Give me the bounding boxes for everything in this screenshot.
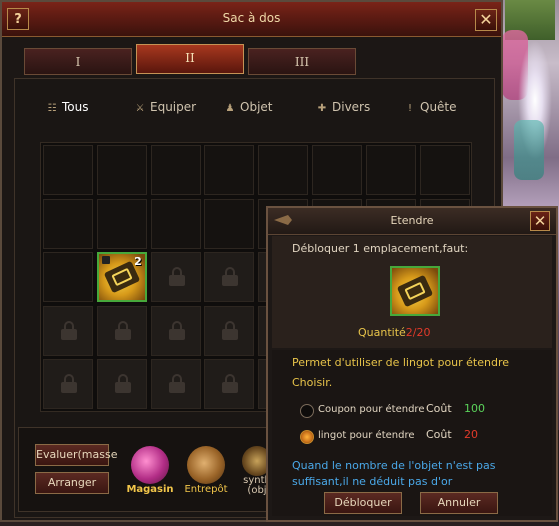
entrepot-label: Entrepôt xyxy=(184,484,228,495)
category-label: Objet xyxy=(240,100,273,114)
inventory-slot-locked[interactable] xyxy=(96,305,147,356)
list-icon: ☷ xyxy=(47,103,57,114)
category-equiper[interactable]: ⚔ Equiper xyxy=(134,98,197,116)
category-label: Divers xyxy=(332,100,371,114)
lingot-option-label: lingot pour étendre xyxy=(318,430,415,441)
quantity-label: Quantité xyxy=(358,326,406,339)
potion-icon xyxy=(131,446,169,484)
dialog-title: Etendre xyxy=(390,214,434,227)
magasin-button[interactable]: Magasin xyxy=(125,446,175,495)
lock-icon xyxy=(222,320,239,340)
category-filter-bar: ☷ Tous ⚔ Equiper ♟ Objet ✚ Divers ! Quête xyxy=(30,98,480,118)
dialog-options-area: Permet d'utiliser de lingot pour étendre… xyxy=(272,350,552,516)
inventory-slot-locked[interactable] xyxy=(150,305,201,356)
inventory-slot-locked[interactable] xyxy=(43,305,93,356)
unlock-text: Débloquer 1 emplacement,faut: xyxy=(292,242,469,255)
category-label: Quête xyxy=(420,100,457,114)
flask-icon: ♟ xyxy=(225,103,235,114)
inventory-slot-locked[interactable] xyxy=(204,305,255,356)
coupon-cost-label: Coût xyxy=(426,402,452,415)
category-objet[interactable]: ♟ Objet xyxy=(224,98,273,116)
inventory-slot-locked[interactable] xyxy=(150,359,201,410)
category-tous[interactable]: ☷ Tous xyxy=(46,98,89,116)
barrel-icon xyxy=(187,446,225,484)
inventory-slot-locked[interactable] xyxy=(150,252,201,303)
lingot-cost-label: Coût xyxy=(426,428,452,441)
bound-lock-icon xyxy=(101,256,110,265)
category-divers[interactable]: ✚ Divers xyxy=(316,98,370,116)
lock-icon xyxy=(168,374,185,394)
quantity-row: Quantité2/20 xyxy=(358,326,431,339)
inventory-slot-empty[interactable] xyxy=(419,145,470,195)
warning-text: Quand le nombre de l'objet n'est pas suf… xyxy=(292,459,496,488)
evaluate-button[interactable]: Evaluer(masse xyxy=(35,444,118,466)
entrepot-button[interactable]: Entrepôt xyxy=(181,446,231,495)
choose-label: Choisir. xyxy=(292,376,333,389)
lock-icon xyxy=(168,267,185,287)
inventory-slot-empty[interactable] xyxy=(43,198,93,249)
tab-2[interactable]: II xyxy=(136,44,244,74)
coupon-option-label: Coupon pour étendre xyxy=(318,404,425,415)
quantity-value: 2/20 xyxy=(405,326,431,339)
scroll-icon xyxy=(396,274,434,308)
lingot-cost-value: 20 xyxy=(464,428,478,441)
inventory-slot-empty[interactable] xyxy=(96,198,147,249)
inventory-slot-locked[interactable] xyxy=(204,252,255,303)
item-count: 2 xyxy=(134,255,142,269)
tab-3[interactable]: III xyxy=(248,48,356,75)
tab-1[interactable]: I xyxy=(24,48,132,75)
lock-icon xyxy=(61,320,77,340)
inventory-slot-empty[interactable] xyxy=(150,145,201,195)
close-button[interactable]: ✕ xyxy=(475,9,497,31)
category-label: Tous xyxy=(62,100,89,114)
lock-icon xyxy=(114,374,131,394)
lock-icon xyxy=(222,267,239,287)
lock-icon xyxy=(61,374,77,394)
inventory-slot-empty[interactable] xyxy=(96,145,147,195)
dialog-title-bar: Etendre ✕ xyxy=(268,208,556,235)
extend-dialog: Etendre ✕ Débloquer 1 emplacement,faut: … xyxy=(266,206,558,522)
sword-icon: ⚔ xyxy=(135,103,145,114)
inventory-slot-empty[interactable] xyxy=(43,252,93,303)
coupon-radio[interactable] xyxy=(300,404,314,418)
inventory-slot-empty[interactable] xyxy=(312,145,362,195)
permit-text: Permet d'utiliser de lingot pour étendre xyxy=(292,356,510,369)
lingot-radio[interactable] xyxy=(300,430,314,444)
window-title: Sac à dos xyxy=(222,11,281,25)
dialog-requirement-area: Débloquer 1 emplacement,faut: Quantité2/… xyxy=(272,236,552,348)
inventory-slot-item[interactable]: 2 xyxy=(96,252,147,303)
arrange-button[interactable]: Arranger xyxy=(35,472,109,494)
dialog-close-button[interactable]: ✕ xyxy=(530,211,550,231)
cancel-button[interactable]: Annuler xyxy=(420,492,498,514)
inventory-slot-empty[interactable] xyxy=(204,145,255,195)
inventory-slot-empty[interactable] xyxy=(258,145,309,195)
category-quete[interactable]: ! Quête xyxy=(404,98,457,116)
lock-icon xyxy=(222,374,239,394)
inventory-slot-locked[interactable] xyxy=(96,359,147,410)
inventory-slot-locked[interactable] xyxy=(204,359,255,410)
lock-icon xyxy=(168,320,185,340)
category-label: Equiper xyxy=(150,100,197,114)
magasin-label: Magasin xyxy=(126,484,174,495)
required-item-slot xyxy=(390,266,440,316)
inventory-slot-empty[interactable] xyxy=(43,145,93,195)
coupon-cost-value: 100 xyxy=(464,402,485,415)
title-bar: ? Sac à dos ✕ xyxy=(2,2,501,37)
inventory-slot-empty[interactable] xyxy=(365,145,416,195)
inventory-slot-empty[interactable] xyxy=(204,198,255,249)
inventory-slot-empty[interactable] xyxy=(150,198,201,249)
inventory-slot-locked[interactable] xyxy=(43,359,93,410)
unlock-button[interactable]: Débloquer xyxy=(324,492,402,514)
cross-icon: ✚ xyxy=(317,103,327,114)
lock-icon xyxy=(114,320,131,340)
exclamation-icon: ! xyxy=(407,103,412,114)
